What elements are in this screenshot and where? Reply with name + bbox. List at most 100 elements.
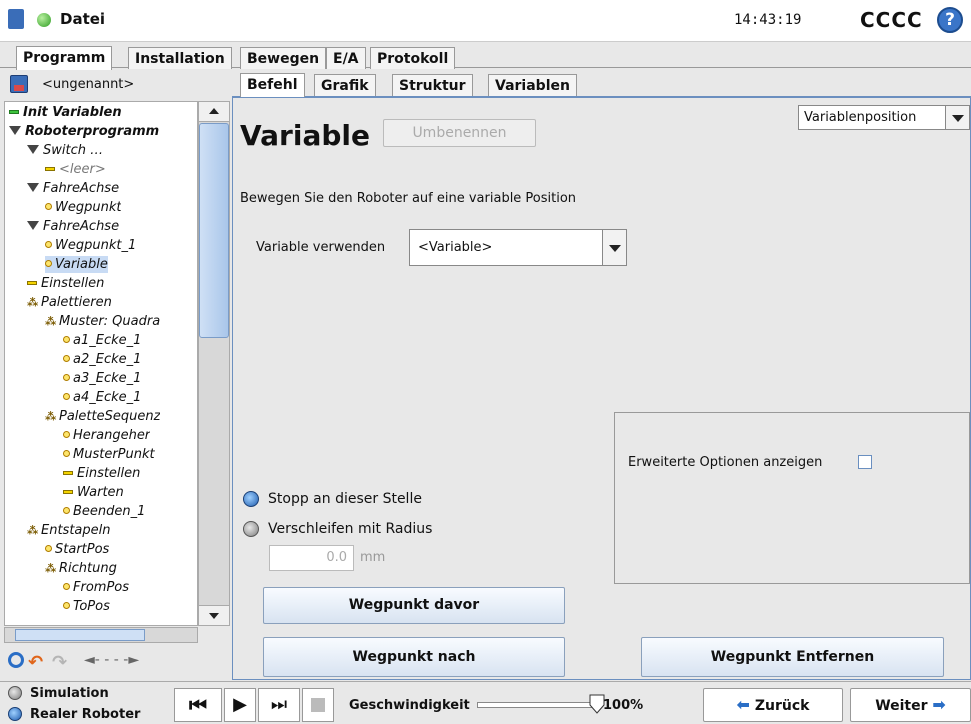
tree-item-label: a2_Ecke_1 bbox=[73, 352, 142, 367]
tree-item-label: FromPos bbox=[73, 580, 130, 595]
program-tree[interactable]: Init Variablen Roboterprogramm Switch … <le… bbox=[4, 101, 198, 626]
tab-bewegen[interactable]: Bewegen bbox=[240, 47, 327, 69]
tree-item-label: FahreAchse bbox=[43, 181, 120, 196]
horizontal-scrollbar[interactable] bbox=[4, 627, 198, 643]
rename-button[interactable]: Umbenennen bbox=[383, 119, 536, 147]
tree-item[interactable]: FahreAchse bbox=[27, 180, 119, 197]
variable-select[interactable]: <Variable> bbox=[409, 229, 627, 266]
description-text: Bewegen Sie den Roboter auf eine variabl… bbox=[240, 191, 577, 206]
tab-ea[interactable]: E/A bbox=[326, 47, 366, 69]
simulation-label: Simulation bbox=[30, 686, 109, 701]
tab-befehl[interactable]: Befehl bbox=[240, 73, 305, 97]
clock: 14:43:19 bbox=[734, 12, 802, 28]
radius-input[interactable]: 0.0 bbox=[269, 545, 354, 571]
waypoint-icon bbox=[63, 583, 70, 590]
tree-item-label: Wegpunkt_1 bbox=[55, 238, 137, 253]
rewind-icon[interactable]: ⏮ bbox=[174, 688, 222, 722]
header-bar bbox=[0, 0, 971, 42]
tree-item[interactable]: Warten bbox=[63, 484, 124, 501]
waypoint-icon bbox=[63, 431, 70, 438]
tree-item[interactable]: Herangeher bbox=[63, 427, 150, 444]
tree-item-label: a1_Ecke_1 bbox=[73, 333, 142, 348]
tree-item[interactable]: ⁂ Entstapeln bbox=[27, 522, 111, 539]
waypoint-icon bbox=[63, 507, 70, 514]
step-icon[interactable]: ⏭ bbox=[258, 688, 300, 722]
stop-radio[interactable] bbox=[243, 491, 259, 507]
arrow-left-icon: ⬅ bbox=[736, 695, 750, 714]
tab-grafik[interactable]: Grafik bbox=[314, 74, 376, 96]
tree-item[interactable]: FromPos bbox=[63, 579, 129, 596]
tree-item-label: Richtung bbox=[59, 561, 117, 576]
cut-move-icon[interactable]: ◄- - - -► bbox=[84, 652, 184, 670]
undo-icon[interactable]: ↶ bbox=[28, 652, 50, 673]
expand-triangle-icon bbox=[27, 183, 39, 192]
advanced-options-box bbox=[614, 412, 970, 584]
tree-item[interactable]: FahreAchse bbox=[27, 218, 119, 235]
file-menu[interactable]: Datei bbox=[60, 10, 105, 28]
advanced-options-checkbox[interactable] bbox=[858, 455, 872, 469]
back-button[interactable]: ⬅ Zurück bbox=[703, 688, 843, 722]
waypoint-remove-button[interactable]: Wegpunkt Entfernen bbox=[641, 637, 944, 677]
tab-struktur[interactable]: Struktur bbox=[392, 74, 473, 96]
tree-item[interactable]: ⁂ PaletteSequenz bbox=[45, 408, 160, 425]
panel-title: Variable bbox=[240, 119, 370, 152]
scroll-up-arrow-icon[interactable] bbox=[199, 102, 229, 122]
help-icon[interactable]: ? bbox=[937, 7, 963, 33]
tree-item-label: ToPos bbox=[73, 599, 110, 614]
search-icon[interactable] bbox=[8, 652, 24, 668]
tree-item[interactable]: Einstellen bbox=[27, 275, 104, 292]
tree-item[interactable]: a1_Ecke_1 bbox=[63, 332, 141, 349]
tree-item[interactable]: StartPos bbox=[45, 541, 109, 558]
program-name: <ungenannt> bbox=[42, 77, 135, 92]
tab-installation[interactable]: Installation bbox=[128, 47, 232, 69]
tree-item[interactable]: Wegpunkt_1 bbox=[45, 237, 136, 254]
init-bar-icon bbox=[9, 110, 19, 114]
status-dot-icon bbox=[37, 13, 51, 27]
tree-item[interactable]: a3_Ecke_1 bbox=[63, 370, 141, 387]
tree-item[interactable]: ToPos bbox=[63, 598, 110, 615]
tree-item[interactable]: Init Variablen bbox=[9, 104, 122, 121]
tree-item[interactable]: Roboterprogramm bbox=[9, 123, 159, 140]
play-icon[interactable]: ▶ bbox=[224, 688, 256, 722]
tree-item-label: Einstellen bbox=[41, 276, 105, 291]
tree-item-label: <leer> bbox=[59, 162, 106, 177]
tree-item[interactable]: Switch … bbox=[27, 142, 103, 159]
real-robot-radio[interactable] bbox=[8, 707, 22, 721]
waypoint-before-button[interactable]: Wegpunkt davor bbox=[263, 587, 565, 624]
save-icon[interactable] bbox=[10, 75, 28, 93]
tree-item[interactable]: a4_Ecke_1 bbox=[63, 389, 141, 406]
blend-label: Verschleifen mit Radius bbox=[268, 521, 433, 537]
tree-item-label: Wegpunkt bbox=[55, 200, 122, 215]
redo-icon[interactable]: ↷ bbox=[52, 652, 74, 673]
tree-item-label: Variable bbox=[55, 257, 108, 272]
waypoint-after-button[interactable]: Wegpunkt nach bbox=[263, 637, 565, 677]
tab-programm[interactable]: Programm bbox=[16, 46, 113, 70]
speed-label: Geschwindigkeit bbox=[349, 698, 470, 713]
tree-item[interactable]: Beenden_1 bbox=[63, 503, 145, 520]
tree-item[interactable]: Variable bbox=[45, 256, 108, 273]
speed-slider-track[interactable] bbox=[477, 702, 597, 708]
tree-item-label: Switch … bbox=[43, 143, 104, 158]
arrow-right-icon: ➡ bbox=[932, 695, 946, 714]
tree-item[interactable]: <leer> bbox=[45, 161, 106, 178]
stop-icon[interactable] bbox=[302, 688, 334, 722]
scroll-down-arrow-icon[interactable] bbox=[199, 605, 229, 625]
tree-item[interactable]: Einstellen bbox=[63, 465, 140, 482]
tree-item[interactable]: ⁂ Muster: Quadra bbox=[45, 313, 160, 330]
tab-variablen[interactable]: Variablen bbox=[488, 74, 577, 96]
next-button[interactable]: Weiter ➡ bbox=[850, 688, 971, 722]
tree-item[interactable]: MusterPunkt bbox=[63, 446, 155, 463]
tree-item[interactable]: a2_Ecke_1 bbox=[63, 351, 141, 368]
tree-item-label: Roboterprogramm bbox=[25, 124, 160, 139]
scroll-thumb[interactable] bbox=[199, 123, 229, 338]
tree-item[interactable]: ⁂ Richtung bbox=[45, 560, 117, 577]
simulation-radio[interactable] bbox=[8, 686, 22, 700]
tree-item[interactable]: ⁂ Palettieren bbox=[27, 294, 112, 311]
blend-radio[interactable] bbox=[243, 521, 259, 537]
variable-select-value: <Variable> bbox=[418, 240, 493, 255]
tree-item-label: Palettieren bbox=[41, 295, 112, 310]
robot-name: CCCC bbox=[860, 8, 923, 32]
position-type-select[interactable]: Variablenposition bbox=[798, 105, 970, 130]
tab-protokoll[interactable]: Protokoll bbox=[370, 47, 456, 69]
tree-item[interactable]: Wegpunkt bbox=[45, 199, 121, 216]
